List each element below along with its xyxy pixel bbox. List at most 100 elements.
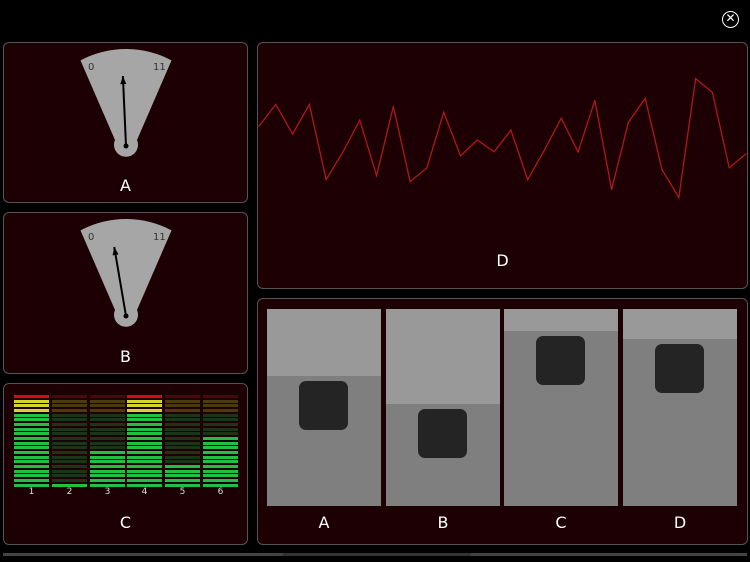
meter-segment	[127, 423, 162, 427]
chart-point	[644, 97, 646, 100]
slider-label: A	[318, 513, 330, 532]
slider-track-empty	[386, 309, 500, 404]
meter-segment	[127, 427, 162, 431]
meter-segment	[127, 474, 162, 478]
meter-segment	[14, 460, 49, 464]
chart-point	[392, 105, 394, 107]
meter-segment	[203, 437, 238, 441]
meter-channel-label: 5	[179, 487, 186, 497]
meter-segment	[165, 399, 200, 403]
meter-segment	[165, 451, 200, 455]
chart-series-line	[258, 77, 747, 200]
chart-point	[627, 121, 630, 123]
gauge-pivot	[123, 143, 129, 149]
meter-segment	[203, 479, 238, 483]
sliders-panel: A B C D	[257, 298, 748, 545]
meter-segment	[52, 441, 87, 445]
meter-segment	[203, 455, 238, 459]
meter-segment	[203, 474, 238, 478]
meter-segment	[90, 413, 125, 417]
meter-segment	[90, 409, 125, 412]
meter-segment	[14, 441, 49, 445]
slider-b[interactable]	[386, 309, 500, 506]
chart-point	[342, 151, 344, 153]
meter-segment	[52, 451, 87, 455]
close-button[interactable]: ✕	[722, 11, 739, 28]
meter-segment	[165, 437, 200, 441]
meter-segment	[90, 479, 125, 483]
meter-segment	[52, 395, 87, 398]
slider-track-empty	[623, 309, 737, 339]
meter-segment	[90, 432, 125, 436]
meter-channel-2: 2	[52, 384, 87, 504]
meter-channel-label: 3	[104, 487, 111, 497]
meter-segment	[127, 465, 162, 469]
meter-segment	[52, 446, 87, 450]
meter-channel-label: 1	[28, 487, 35, 497]
meter-segment	[165, 469, 200, 473]
meter-segment	[165, 479, 200, 483]
chart-point	[459, 155, 462, 157]
meter-segment	[90, 395, 125, 398]
slider-c[interactable]	[504, 309, 618, 506]
meter-segment	[90, 441, 125, 445]
chart-point	[308, 103, 310, 105]
slider-d[interactable]	[623, 309, 737, 506]
meter-segment	[90, 469, 125, 473]
chart-point	[745, 153, 747, 155]
meter-segment	[52, 437, 87, 441]
meter-segment	[14, 395, 49, 398]
meter-channel-label: 4	[141, 487, 148, 497]
meter-segment	[203, 413, 238, 417]
meter-segment	[52, 465, 87, 469]
meter-segment	[203, 460, 238, 464]
meter-segment	[90, 404, 125, 408]
slider-track-empty	[267, 309, 381, 376]
meter-segment	[165, 409, 200, 412]
slider-label: B	[437, 513, 449, 532]
meter-segment	[203, 427, 238, 431]
meter-segment	[127, 395, 162, 398]
scrollbar-thumb[interactable]	[283, 553, 471, 556]
meter-segment	[14, 451, 49, 455]
meter-segment	[90, 446, 125, 450]
meter-segment	[90, 437, 125, 441]
chart-point	[577, 151, 579, 153]
slider-track-empty	[504, 309, 618, 331]
meter-segment	[203, 404, 238, 408]
meter-segment	[203, 432, 238, 436]
meter-segment	[52, 413, 87, 417]
meter-segment	[52, 409, 87, 412]
meter-segment	[14, 465, 49, 469]
slider-knob[interactable]	[655, 343, 704, 393]
meter-segment	[165, 455, 200, 459]
chart-point	[359, 119, 361, 121]
meter-segment	[127, 409, 162, 412]
slider-knob[interactable]	[418, 408, 467, 458]
meter-channel-3: 3	[90, 384, 125, 504]
gauge-b[interactable]	[4, 213, 248, 353]
gauge-a[interactable]	[4, 43, 248, 183]
horizontal-scrollbar[interactable]	[3, 553, 747, 556]
meter-segment	[90, 460, 125, 464]
chart-point	[258, 125, 260, 127]
slider-a[interactable]	[267, 309, 381, 506]
meter-segment	[52, 479, 87, 483]
meter-segment	[14, 404, 49, 408]
slider-knob[interactable]	[536, 335, 585, 385]
chart-point	[409, 181, 411, 183]
gauge-label: B	[120, 347, 131, 366]
gauge-max-label: 11	[153, 62, 166, 73]
meter-segment	[203, 423, 238, 427]
chart-point	[678, 196, 680, 199]
slider-knob[interactable]	[299, 380, 348, 430]
chart-point	[510, 129, 512, 131]
meter-segment	[165, 432, 200, 436]
close-icon: ✕	[725, 11, 736, 25]
chart-point	[375, 175, 378, 177]
meter-segment	[127, 413, 162, 417]
meter-segment	[203, 441, 238, 445]
meter-channel-4: 4	[127, 384, 162, 504]
meter-segment	[165, 404, 200, 408]
meter-segment	[165, 427, 200, 431]
